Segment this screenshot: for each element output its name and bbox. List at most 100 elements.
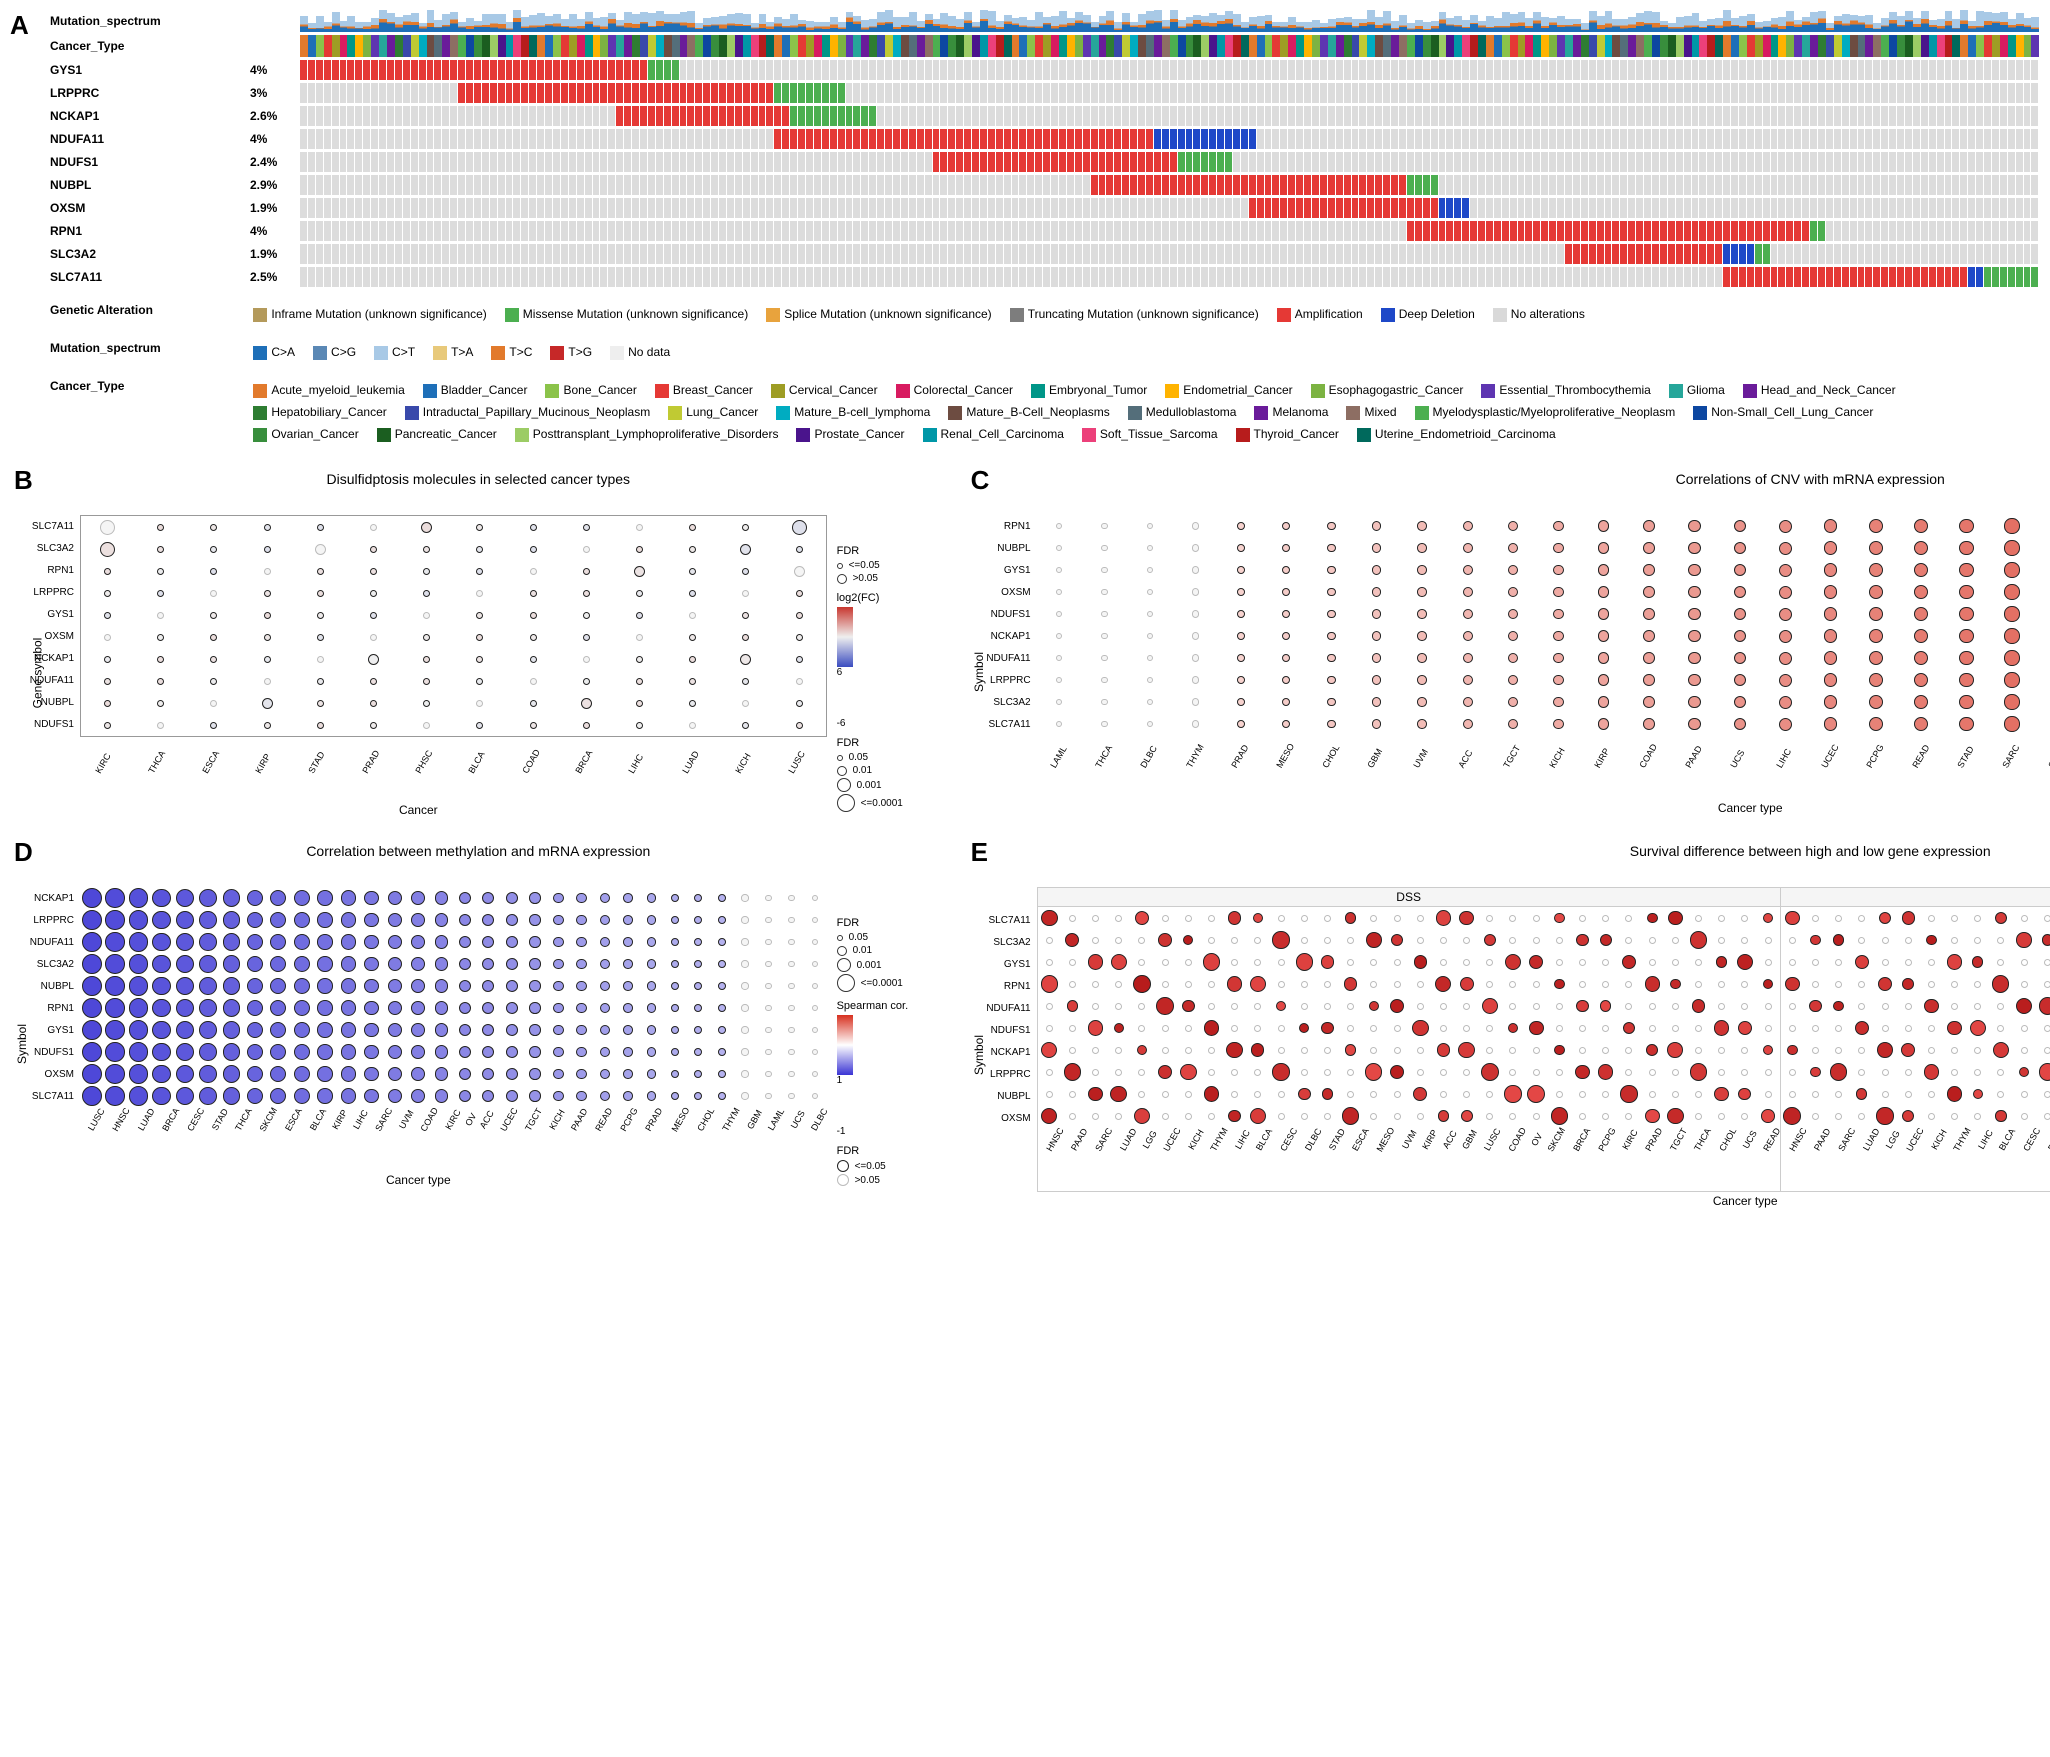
x-axis-label: Cancer: [10, 803, 827, 817]
legend-item: T>C: [491, 345, 532, 359]
legend-item: Amplification: [1277, 307, 1363, 321]
x-tick-label: LUAD: [136, 1107, 157, 1133]
panel-c-title: Correlations of CNV with mRNA expression: [967, 471, 2050, 487]
panel-e: E Survival difference between high and l…: [967, 837, 2050, 1208]
mutation-spectrum-track: [300, 10, 2040, 32]
legend-item: No data: [610, 345, 670, 359]
legend-item: Colorectal_Cancer: [896, 383, 1013, 397]
legend-item: Inframe Mutation (unknown significance): [253, 307, 486, 321]
gene-pct: 2.4%: [250, 155, 300, 169]
cancer-type-legend: Cancer_Type Acute_myeloid_leukemiaBladde…: [50, 379, 2040, 445]
legend-item: Soft_Tissue_Sarcoma: [1082, 427, 1218, 441]
legend-item: Intraductal_Papillary_Mucinous_Neoplasm: [405, 405, 650, 419]
x-tick-label: PCPG: [618, 1106, 639, 1133]
panel-e-label: E: [971, 837, 988, 868]
y-axis-label: Symbol: [15, 1024, 29, 1064]
y-tick-label: RPN1: [10, 559, 78, 581]
side-legend: FDR<=0.05>0.05log2(FC)6-6FDR0.050.010.00…: [837, 545, 947, 814]
panel-d-title: Correlation between methylation and mRNA…: [10, 843, 947, 859]
gene-label: GYS1: [10, 63, 250, 77]
panel-a-label: A: [10, 10, 29, 41]
panel-b: B Disulfidptosis molecules in selected c…: [10, 465, 947, 817]
gene-label: NUBPL: [10, 178, 250, 192]
legend-item: Bladder_Cancer: [423, 383, 528, 397]
y-tick-label: RPN1: [10, 997, 78, 1019]
y-tick-label: LRPPRC: [10, 581, 78, 603]
gene-pct: 2.6%: [250, 109, 300, 123]
legend-item: C>A: [253, 345, 295, 359]
x-tick-label: SKCM: [258, 1106, 280, 1134]
y-tick-label: GYS1: [10, 603, 78, 625]
gene-label: NCKAP1: [10, 109, 250, 123]
y-tick-label: LRPPRC: [10, 909, 78, 931]
x-tick-label: STAD: [209, 1107, 229, 1132]
gene-pct: 1.9%: [250, 201, 300, 215]
mutation-spectrum-legend: Mutation_spectrum C>AC>GC>TT>AT>CT>GNo d…: [50, 341, 2040, 363]
legend-item: Pancreatic_Cancer: [377, 427, 497, 441]
onco-row-lrpprc: LRPPRC 3%: [10, 83, 2040, 103]
legend-item: Glioma: [1669, 383, 1725, 397]
legend-item: C>T: [374, 345, 415, 359]
legend-item: Deep Deletion: [1381, 307, 1475, 321]
x-tick-label: TGCT: [523, 1106, 544, 1132]
onco-row-ndufs1: NDUFS1 2.4%: [10, 152, 2040, 172]
legend-item: Hepatobiliary_Cancer: [253, 405, 386, 419]
x-tick-label: BLCA: [308, 1107, 328, 1132]
survival-half-os: OSHNSCPAADSARCLUADLGGUCECKICHTHYMLIHCBLC…: [1781, 888, 2050, 1191]
x-tick-label: OV: [463, 1111, 478, 1127]
legend-item: C>G: [313, 345, 356, 359]
x-tick-label: GBM: [745, 1108, 764, 1131]
x-tick-label: BRCA: [160, 1106, 181, 1133]
legend-item: Truncating Mutation (unknown significanc…: [1010, 307, 1259, 321]
onco-row-ndufa11: NDUFA11 4%: [10, 129, 2040, 149]
y-tick-label: NDUFS1: [967, 603, 1035, 625]
gene-label: SLC7A11: [10, 270, 250, 284]
x-tick-label: HNSC: [110, 1106, 131, 1133]
x-tick-label: LIHC: [352, 1108, 371, 1131]
side-legend: FDR0.050.010.001<=0.0001Spearman cor.1-1…: [837, 917, 947, 1188]
x-tick-label: ACC: [477, 1109, 495, 1130]
legend-item: Ovarian_Cancer: [253, 427, 358, 441]
x-tick-label: COAD: [419, 1106, 441, 1134]
x-tick-label: LAML: [766, 1107, 786, 1132]
x-tick-label: KICH: [547, 1108, 566, 1132]
y-tick-label: NDUFS1: [10, 713, 78, 735]
x-tick-label: CHOL: [695, 1106, 716, 1133]
onco-row-nckap1: NCKAP1 2.6%: [10, 106, 2040, 126]
bubble-grid: [1037, 515, 2050, 735]
legend-item: Prostate_Cancer: [796, 427, 904, 441]
x-axis-label: Cancer type: [967, 801, 2050, 815]
legend-item: Embryonal_Tumor: [1031, 383, 1147, 397]
y-axis-label: Symbol: [972, 652, 986, 692]
legend-item: Acute_myeloid_leukemia: [253, 383, 404, 397]
gene-label: LRPPRC: [10, 86, 250, 100]
legend-item: Mixed: [1346, 405, 1396, 419]
legend-item: Missense Mutation (unknown significance): [505, 307, 748, 321]
panel-b-title: Disulfidptosis molecules in selected can…: [10, 471, 947, 487]
gene-pct: 4%: [250, 224, 300, 238]
gene-label: NDUFA11: [10, 132, 250, 146]
legend-item: Essential_Thrombocythemia: [1481, 383, 1650, 397]
cancer-type-row: Cancer_Type: [10, 35, 2040, 57]
legend-item: Mature_B-cell_lymphoma: [776, 405, 930, 419]
onco-row-slc3a2: SLC3A2 1.9%: [10, 244, 2040, 264]
legend-item: Cervical_Cancer: [771, 383, 878, 397]
legend-item: Esophagogastric_Cancer: [1311, 383, 1464, 397]
y-tick-label: NUBPL: [967, 537, 1035, 559]
legend-item: Uterine_Endometrioid_Carcinoma: [1357, 427, 1556, 441]
panel-e-title: Survival difference between high and low…: [967, 843, 2050, 859]
bubble-grid: [80, 887, 827, 1107]
y-tick-label: OXSM: [967, 581, 1035, 603]
gene-label: NDUFS1: [10, 155, 250, 169]
y-tick-label: SLC3A2: [10, 537, 78, 559]
panel-c: C Correlations of CNV with mRNA expressi…: [967, 465, 2050, 817]
x-tick-label: DLBC: [809, 1107, 830, 1133]
x-tick-label: LUSC: [86, 1107, 107, 1133]
survival-half-dss: DSSHNSCPAADSARCLUADLGGUCECKICHTHYMLIHCBL…: [1038, 888, 1781, 1191]
x-tick-label: PAAD: [569, 1107, 590, 1133]
gene-pct: 4%: [250, 132, 300, 146]
y-tick-label: SLC7A11: [967, 713, 1035, 735]
onco-row-slc7a11: SLC7A11 2.5%: [10, 267, 2040, 287]
y-tick-label: OXSM: [10, 1063, 78, 1085]
x-tick-label: KIRC: [443, 1108, 462, 1132]
